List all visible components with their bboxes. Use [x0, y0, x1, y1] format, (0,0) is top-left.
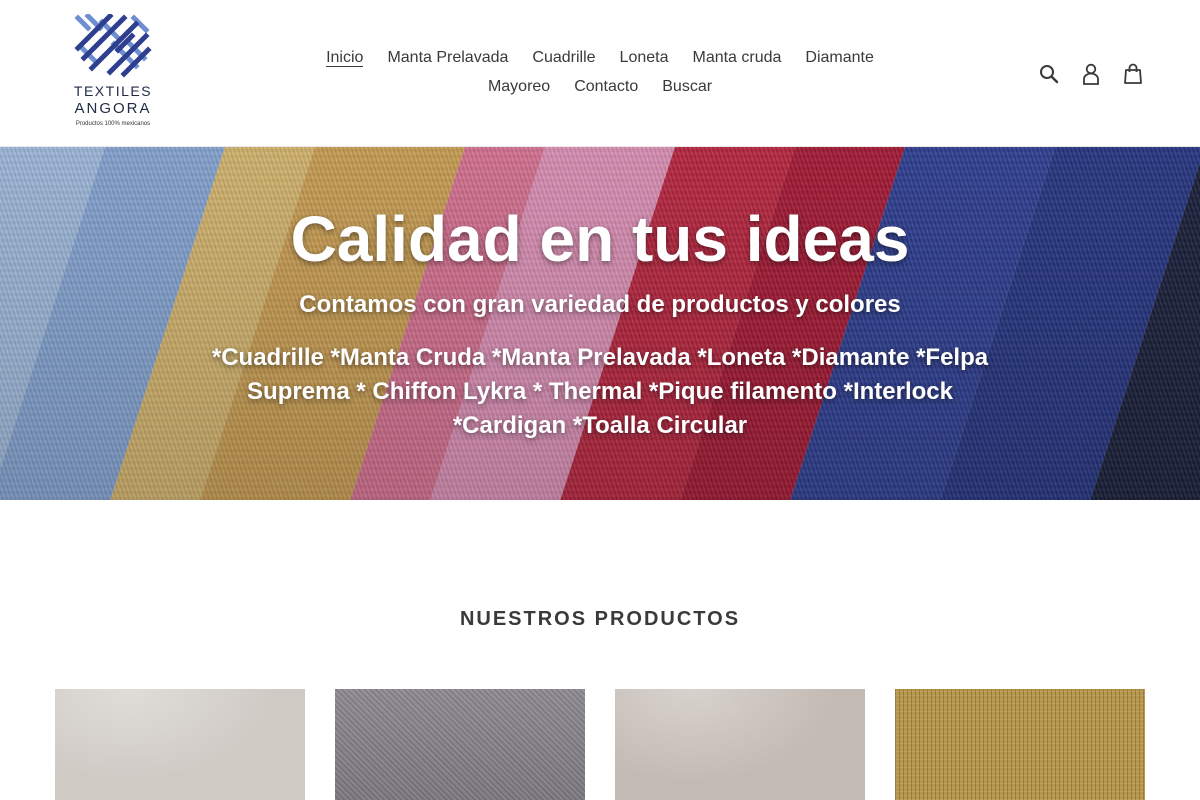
woven-x-logo-icon — [74, 14, 152, 78]
header-icons — [1028, 60, 1154, 88]
nav-item-loneta[interactable]: Loneta — [608, 44, 681, 73]
hero-title: Calidad en tus ideas — [290, 203, 910, 275]
hero-banner: Calidad en tus ideas Contamos con gran v… — [0, 147, 1200, 500]
brand-logo[interactable]: TEXTILES ANGORA Productos 100% mexicanos — [66, 14, 160, 132]
nav-row-2: Mayoreo Contacto Buscar — [300, 73, 900, 102]
site-header: TEXTILES ANGORA Productos 100% mexicanos… — [0, 0, 1200, 147]
product-image — [55, 689, 305, 800]
nav-item-diamante[interactable]: Diamante — [793, 44, 885, 73]
nav-item-manta-cruda[interactable]: Manta cruda — [680, 44, 793, 73]
cart-icon[interactable] — [1112, 60, 1154, 88]
product-image — [615, 689, 865, 800]
products-section-title: NUESTROS PRODUCTOS — [459, 608, 741, 630]
hero-subtitle: Contamos con gran variedad de productos … — [299, 291, 901, 318]
nav-item-manta-prelavada[interactable]: Manta Prelavada — [375, 44, 520, 73]
nav-item-mayoreo[interactable]: Mayoreo — [476, 73, 562, 102]
brand-tagline: Productos 100% mexicanos — [75, 121, 151, 127]
hero-product-list: *Cuadrille *Manta Cruda *Manta Prelavada… — [211, 344, 989, 439]
brand-name-line2: ANGORA — [74, 100, 152, 117]
nav-item-buscar[interactable]: Buscar — [650, 73, 724, 102]
nav-item-inicio[interactable]: Inicio — [314, 44, 375, 73]
product-grid — [55, 689, 1145, 800]
nav-item-cuadrille[interactable]: Cuadrille — [520, 44, 607, 73]
product-image — [335, 689, 585, 800]
main-nav: Inicio Manta Prelavada Cuadrille Loneta … — [300, 44, 900, 102]
account-icon[interactable] — [1070, 60, 1112, 88]
product-card[interactable] — [615, 689, 865, 800]
search-icon[interactable] — [1028, 60, 1070, 88]
product-card[interactable] — [335, 689, 585, 800]
product-card[interactable] — [895, 689, 1145, 800]
nav-row-1: Inicio Manta Prelavada Cuadrille Loneta … — [300, 44, 900, 73]
product-card[interactable] — [55, 689, 305, 800]
nav-item-contacto[interactable]: Contacto — [562, 73, 650, 102]
product-image — [895, 689, 1145, 800]
brand-name-line1: TEXTILES — [73, 83, 153, 99]
